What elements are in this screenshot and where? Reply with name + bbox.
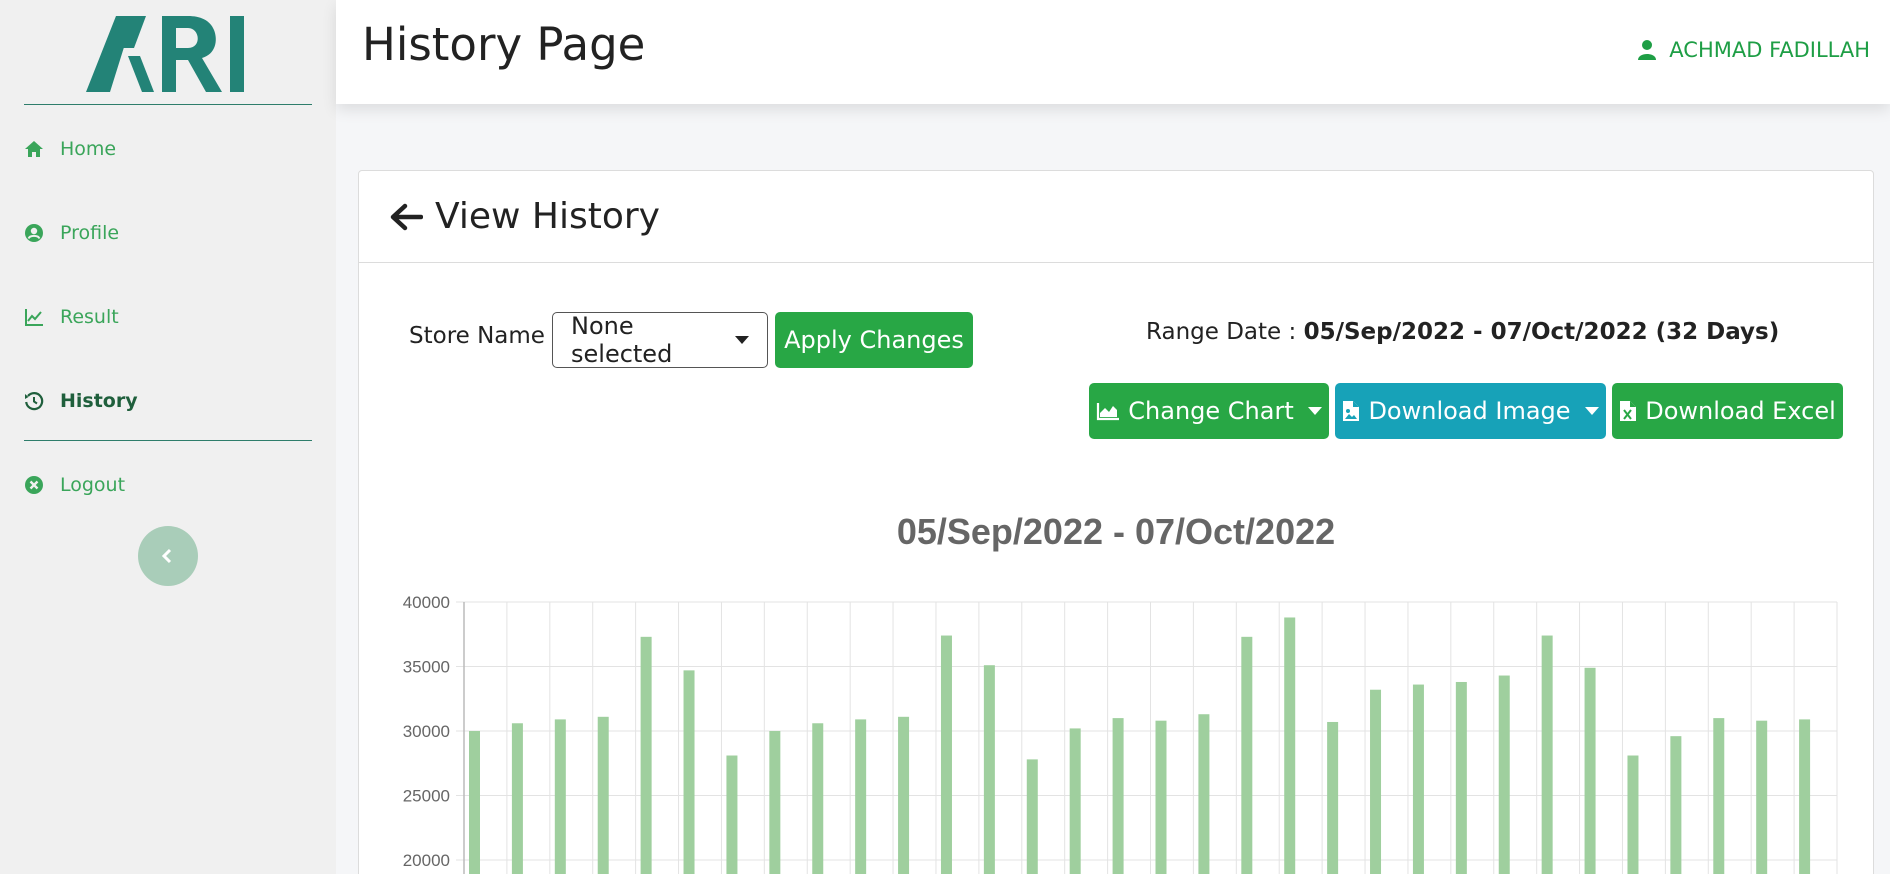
sidebar: Home Profile Result History Logout	[0, 0, 336, 874]
bar[interactable]	[469, 731, 480, 874]
bar[interactable]	[640, 636, 652, 874]
bar[interactable]	[1455, 681, 1467, 874]
sidebar-item-history[interactable]: History	[24, 390, 138, 412]
bar[interactable]	[683, 670, 695, 874]
user-menu[interactable]: ACHMAD FADILLAH	[1637, 38, 1870, 62]
bar[interactable]	[1713, 718, 1725, 874]
history-card: View History Store Name : None selected …	[358, 170, 1874, 874]
y-tick-label: 25000	[403, 787, 450, 806]
card-title: View History	[435, 196, 660, 237]
file-excel-icon	[1620, 401, 1637, 421]
bar[interactable]	[1112, 718, 1124, 874]
times-circle-icon	[25, 476, 43, 494]
card-header: View History	[359, 171, 1873, 263]
bar[interactable]	[1756, 720, 1768, 874]
chevron-left-icon	[161, 548, 172, 564]
sidebar-item-label: Profile	[60, 222, 120, 244]
bar[interactable]	[1284, 617, 1296, 874]
bar[interactable]	[1541, 635, 1553, 874]
bar[interactable]	[511, 723, 523, 874]
sidebar-item-label: History	[60, 390, 138, 412]
sidebar-item-label: Home	[60, 138, 117, 160]
sidebar-item-home[interactable]: Home	[24, 138, 116, 160]
y-tick-label: 35000	[403, 658, 450, 677]
store-name-label: Store Name :	[409, 323, 561, 349]
user-icon	[1638, 40, 1657, 60]
bar[interactable]	[1670, 736, 1682, 874]
bar[interactable]	[898, 716, 910, 874]
sidebar-item-label: Logout	[60, 474, 126, 496]
y-tick-label: 40000	[403, 593, 450, 612]
y-tick-label: 20000	[403, 851, 450, 870]
bar[interactable]	[554, 719, 566, 874]
sidebar-item-result[interactable]: Result	[24, 306, 119, 328]
user-name: ACHMAD FADILLAH	[1669, 38, 1870, 62]
bar[interactable]	[1155, 720, 1167, 874]
bar[interactable]	[769, 731, 781, 874]
bar-chart: 40000 35000 30000 25000 20000	[403, 593, 1838, 874]
bar[interactable]	[1584, 667, 1596, 874]
range-date: Range Date : 05/Sep/2022 - 07/Oct/2022 (…	[1146, 319, 1779, 345]
top-header: History Page ACHMAD FADILLAH	[336, 0, 1890, 104]
arrow-left-icon[interactable]	[389, 202, 423, 232]
bar[interactable]	[1498, 675, 1510, 874]
caret-down-icon	[1584, 407, 1599, 415]
bar[interactable]	[1799, 719, 1811, 874]
store-select-value: None selected	[571, 312, 673, 368]
store-name-select[interactable]: None selected	[552, 312, 768, 368]
bar[interactable]	[597, 716, 609, 874]
apply-changes-button[interactable]: Apply Changes	[775, 312, 973, 368]
download-excel-label: Download Excel	[1645, 397, 1836, 425]
bar[interactable]	[1026, 759, 1038, 874]
caret-down-icon	[735, 336, 749, 344]
download-image-button[interactable]: Download Image	[1335, 383, 1606, 439]
bar[interactable]	[983, 665, 995, 874]
bar[interactable]	[1327, 721, 1339, 874]
bar[interactable]	[1412, 684, 1424, 874]
line-chart-icon	[25, 309, 43, 326]
chart-title: 05/Sep/2022 - 07/Oct/2022	[896, 511, 1336, 552]
file-image-icon	[1343, 401, 1360, 421]
bar[interactable]	[1069, 728, 1081, 874]
bar[interactable]	[726, 755, 738, 874]
bar[interactable]	[1241, 636, 1253, 874]
sidebar-item-logout[interactable]: Logout	[24, 474, 125, 496]
range-date-value: 05/Sep/2022 - 07/Oct/2022 (32 Days)	[1303, 319, 1780, 345]
bar[interactable]	[1198, 714, 1210, 874]
bar[interactable]	[812, 723, 824, 874]
sidebar-collapse-button[interactable]	[138, 526, 198, 586]
download-image-label: Download Image	[1368, 397, 1571, 425]
sidebar-divider-top	[24, 104, 312, 105]
bar[interactable]	[855, 719, 867, 874]
sidebar-item-label: Result	[60, 306, 119, 328]
change-chart-label: Change Chart	[1128, 397, 1294, 425]
home-icon	[25, 141, 43, 157]
caret-down-icon	[1307, 407, 1322, 415]
bar[interactable]	[940, 635, 952, 874]
sidebar-item-profile[interactable]: Profile	[24, 222, 119, 244]
page-title: History Page	[362, 18, 646, 71]
change-chart-button[interactable]: Change Chart	[1089, 383, 1329, 439]
apply-changes-label: Apply Changes	[784, 326, 964, 354]
range-date-label: Range Date :	[1146, 319, 1304, 345]
y-tick-label: 30000	[403, 722, 450, 741]
ari-logo	[86, 16, 244, 92]
bar[interactable]	[1370, 689, 1382, 874]
history-icon	[25, 392, 44, 411]
download-excel-button[interactable]: Download Excel	[1612, 383, 1843, 439]
area-chart-icon	[1097, 403, 1120, 421]
bar[interactable]	[1627, 755, 1639, 874]
sidebar-divider-bottom	[24, 440, 312, 441]
user-circle-icon	[25, 224, 43, 242]
